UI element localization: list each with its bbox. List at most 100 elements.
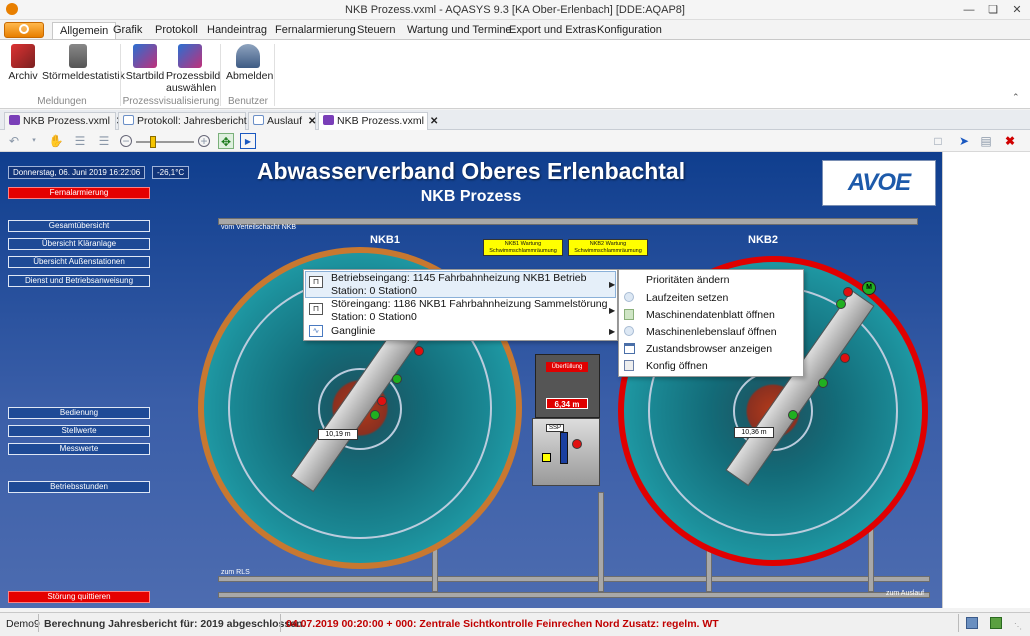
stoermeldestatistik-button[interactable]: Störmeldestatistik — [42, 44, 125, 82]
menu-item-label: Konfig öffnen — [646, 360, 708, 372]
tab-export[interactable]: Export und Extras — [502, 22, 603, 40]
nav-stellwerte[interactable]: Stellwerte — [8, 425, 150, 437]
submenu-arrow-icon: ▶ — [609, 306, 616, 315]
group-prozessvisualisierung: Prozessvisualisierung — [122, 96, 220, 107]
nav-dienst-betriebsanweisung[interactable]: Dienst und Betriebsanweisung — [8, 275, 150, 287]
nkb1-label: NKB1 — [370, 234, 400, 246]
nav-gesamtuebersicht[interactable]: Gesamtübersicht — [8, 220, 150, 232]
zoom-out-icon[interactable]: − — [120, 135, 132, 147]
pipe — [218, 576, 930, 582]
resize-grip-icon[interactable]: ⋱ — [1014, 622, 1022, 631]
zoom-slider-thumb[interactable] — [150, 136, 156, 148]
nav-messwerte[interactable]: Messwerte — [8, 443, 150, 455]
status-led-red — [572, 439, 582, 449]
window-title: NKB Prozess.vxml - AQASYS 9.3 [KA Ober-E… — [345, 4, 685, 16]
menu-item-label: Laufzeiten setzen — [646, 292, 729, 304]
pin-icon[interactable]: ➤ — [956, 133, 972, 149]
status-user: Demo9 — [6, 618, 40, 630]
close-tab-icon[interactable]: ✕ — [430, 114, 438, 130]
doc-tab[interactable]: NKB Prozess.vxml✕ — [4, 112, 124, 130]
pipe-label-auslauf: zum Auslauf — [886, 590, 925, 597]
zoom-in-icon[interactable]: + — [198, 135, 210, 147]
menu-item-label: Prioritäten ändern — [646, 274, 730, 286]
tab-handeintrag[interactable]: Handeintrag — [200, 22, 274, 40]
doc-tab-active[interactable]: NKB Prozess.vxml ✕ — [318, 112, 438, 130]
startbild-button[interactable]: Startbild — [124, 44, 166, 82]
status-separator — [958, 614, 959, 632]
submenu-arrow-icon: ▶ — [609, 280, 616, 289]
tab-fernalarmierung[interactable]: Fernalarmierung — [268, 22, 363, 40]
config-icon — [624, 360, 634, 371]
doc-tab[interactable]: Protokoll: Jahresbericht✕ — [118, 112, 261, 130]
clock-icon — [624, 292, 634, 302]
pipe — [218, 218, 918, 225]
nav-bedienung[interactable]: Bedienung — [8, 407, 150, 419]
status-led-green — [818, 378, 828, 388]
ssp-label: SSP — [546, 424, 565, 432]
align-icon[interactable]: ☰ — [72, 133, 88, 149]
pulse-icon: ⊓ — [309, 276, 323, 288]
pan-icon[interactable]: ✥ — [218, 133, 234, 149]
chart-icon — [253, 115, 264, 125]
nav-betriebsstunden[interactable]: Betriebsstunden — [8, 481, 150, 493]
chart-line-icon: ∿ — [309, 325, 323, 337]
hand-icon[interactable]: ✋ — [48, 133, 64, 149]
archiv-button[interactable]: Archiv — [6, 44, 40, 82]
tab-protokoll[interactable]: Protokoll — [148, 22, 205, 40]
status-led-red — [377, 396, 387, 406]
restore-icon[interactable]: ❏ — [982, 2, 1004, 18]
pipe-label-rls: zum RLS — [221, 569, 250, 576]
tab-wartung[interactable]: Wartung und Termine — [400, 22, 519, 40]
window-icon[interactable]: ▤ — [978, 133, 994, 149]
nkb2-wartung-warning[interactable]: NKB2 Wartung Schwimmschlammräumung — [568, 239, 648, 256]
menu-item-label: Maschinendatenblatt öffnen — [646, 309, 775, 321]
tab-steuern[interactable]: Steuern — [350, 22, 403, 40]
status-separator — [280, 614, 281, 632]
nkb2-level-value: 10,36 m — [734, 427, 774, 438]
nkb1-wartung-warning[interactable]: NKB1 Wartung Schwimmschlammräumung — [483, 239, 563, 256]
abmelden-button[interactable]: Abmelden — [226, 44, 273, 82]
status-alarm: 04.07.2019 00:20:00 + 000: Zentrale Sich… — [286, 618, 719, 630]
minimize-icon[interactable]: — — [958, 2, 980, 18]
nav-uebersicht-aussenstationen[interactable]: Übersicht Außenstationen — [8, 256, 150, 268]
close-tab-icon[interactable]: ✕ — [308, 114, 316, 130]
ueberfuellung-indicator: Überfüllung — [546, 362, 588, 372]
stoerung-quittieren-button[interactable]: Störung quittieren — [8, 591, 150, 603]
nkb2-label: NKB2 — [748, 234, 778, 246]
ribbon-separator — [274, 44, 275, 106]
tab-konfiguration[interactable]: Konfiguration — [590, 22, 669, 40]
play-icon[interactable]: ▶ — [240, 133, 256, 149]
align2-icon[interactable]: ☰ — [96, 133, 112, 149]
protocol-icon — [123, 115, 134, 125]
pipe — [598, 492, 604, 592]
shaft-level-value: 6,34 m — [546, 398, 588, 409]
dropdown-icon[interactable]: ▾ — [26, 133, 42, 149]
nav-uebersicht-klaeranlage[interactable]: Übersicht Kläranlage — [8, 238, 150, 250]
close-red-icon[interactable]: ✖ — [1002, 133, 1018, 149]
prozessbild-auswaehlen-button[interactable]: Prozessbild auswählen — [166, 44, 220, 94]
menu-item-line: Störeingang: 1186 NKB1 Fahrbahnheizung S… — [331, 298, 608, 310]
screenshot-icon[interactable]: □ — [930, 133, 946, 149]
close-icon[interactable]: ✕ — [1006, 2, 1028, 18]
ribbon-collapse-icon[interactable]: ⌃ — [1012, 92, 1020, 103]
doc-tab[interactable]: Auslauf ✕ — [248, 112, 316, 130]
menu-item-line: Station: 0 Station0 — [331, 285, 417, 297]
group-meldungen: Meldungen — [37, 96, 87, 107]
process-icon — [323, 115, 334, 125]
undo-icon[interactable]: ↶ — [6, 133, 22, 149]
status-separator — [38, 614, 39, 632]
status-led-green — [836, 299, 846, 309]
pump-icon — [560, 432, 568, 464]
prozessbild-icon — [178, 44, 202, 68]
application-menu-button[interactable] — [4, 22, 44, 38]
menu-item-line: Betriebseingang: 1145 Fahrbahnheizung NK… — [331, 272, 587, 284]
zoom-slider[interactable] — [136, 141, 194, 143]
page-title: Abwasserverband Oberes Erlenbachtal — [256, 158, 686, 184]
pump-warning-indicator — [542, 453, 551, 462]
status-icon-2[interactable] — [990, 617, 1002, 629]
status-led-green — [370, 410, 380, 420]
tab-grafik[interactable]: Grafik — [106, 22, 149, 40]
nkb1-level-value: 10,19 m — [318, 429, 358, 440]
ribbon-separator — [220, 44, 221, 106]
status-icon-1[interactable] — [966, 617, 978, 629]
